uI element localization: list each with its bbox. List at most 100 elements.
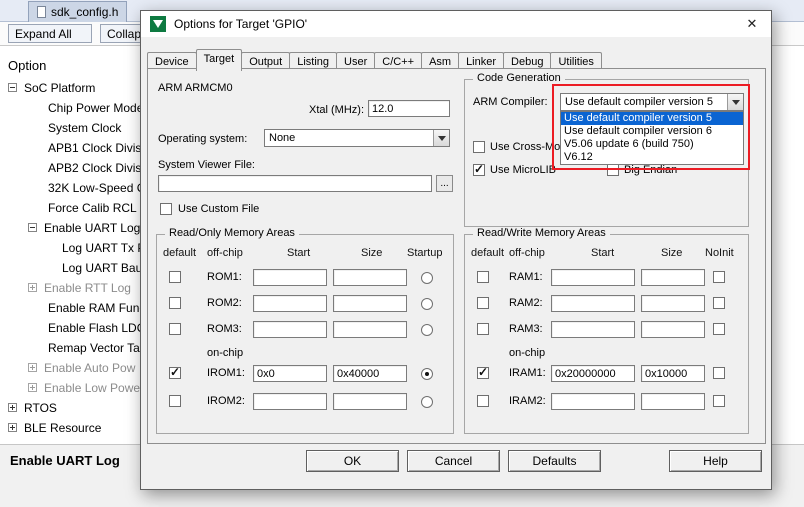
expander-plus-icon[interactable] bbox=[28, 283, 37, 292]
ram1-default-checkbox[interactable] bbox=[477, 271, 489, 283]
browse-button[interactable]: ... bbox=[436, 175, 453, 192]
rom1-start-input[interactable] bbox=[253, 269, 327, 286]
rom2-default-checkbox[interactable] bbox=[169, 297, 181, 309]
irom2-default-checkbox[interactable] bbox=[169, 395, 181, 407]
option-tree: SoC Platform Chip Power Mode System Cloc… bbox=[0, 74, 142, 444]
defaults-button[interactable]: Defaults bbox=[508, 450, 601, 472]
tree-item-log-uart-baud[interactable]: Log UART Bau bbox=[0, 258, 142, 278]
tree-item-soc-platform[interactable]: SoC Platform bbox=[0, 78, 142, 98]
tree-item-enable-rtt-log[interactable]: Enable RTT Log bbox=[0, 278, 142, 298]
compiler-option[interactable]: V6.12 bbox=[561, 151, 743, 164]
tree-item-32k-low-speed[interactable]: 32K Low-Speed C bbox=[0, 178, 142, 198]
tab-target[interactable]: Target bbox=[196, 49, 243, 71]
expander-minus-icon[interactable] bbox=[8, 83, 17, 92]
tree-item-enable-flash-ldo[interactable]: Enable Flash LDO bbox=[0, 318, 142, 338]
ram1-start-input[interactable] bbox=[551, 269, 635, 286]
compiler-option[interactable]: Use default compiler version 5 bbox=[561, 112, 743, 125]
iram1-noinit-checkbox[interactable] bbox=[713, 367, 725, 379]
arm-compiler-select[interactable]: Use default compiler version 5 bbox=[560, 93, 744, 111]
tree-item-label: Enable RAM Func bbox=[48, 298, 142, 318]
column-header-offchip: off-chip bbox=[207, 247, 243, 259]
rom1-startup-radio[interactable] bbox=[421, 272, 433, 284]
iram1-size-input[interactable] bbox=[641, 365, 705, 382]
dropdown-arrow-icon[interactable] bbox=[727, 94, 743, 110]
tree-item-enable-auto-pow[interactable]: Enable Auto Pow bbox=[0, 358, 142, 378]
irom1-default-checkbox[interactable] bbox=[169, 367, 181, 379]
help-button[interactable]: Help bbox=[669, 450, 762, 472]
xtal-input[interactable] bbox=[368, 100, 450, 117]
rom2-size-input[interactable] bbox=[333, 295, 407, 312]
irom1-start-input[interactable] bbox=[253, 365, 327, 382]
dialog-title: Options for Target 'GPIO' bbox=[174, 11, 307, 37]
system-viewer-file-input[interactable] bbox=[158, 175, 432, 192]
ram3-size-input[interactable] bbox=[641, 321, 705, 338]
expander-plus-icon[interactable] bbox=[28, 363, 37, 372]
irom1-size-input[interactable] bbox=[333, 365, 407, 382]
expand-all-button[interactable]: Expand All bbox=[8, 24, 92, 43]
ok-button[interactable]: OK bbox=[306, 450, 399, 472]
tree-item-apb2-clock[interactable]: APB2 Clock Divis bbox=[0, 158, 142, 178]
expander-plus-icon[interactable] bbox=[8, 403, 17, 412]
iram2-size-input[interactable] bbox=[641, 393, 705, 410]
big-endian-checkbox[interactable] bbox=[607, 164, 619, 176]
target-tab-panel: ARM ARMCM0 Xtal (MHz): Operating system:… bbox=[147, 68, 766, 444]
read-write-memory-title: Read/Write Memory Areas bbox=[473, 227, 610, 239]
ram1-noinit-checkbox[interactable] bbox=[713, 271, 725, 283]
dropdown-arrow-icon[interactable] bbox=[433, 130, 449, 146]
ram3-noinit-checkbox[interactable] bbox=[713, 323, 725, 335]
ram2-size-input[interactable] bbox=[641, 295, 705, 312]
iram1-default-checkbox[interactable] bbox=[477, 367, 489, 379]
ram2-start-input[interactable] bbox=[551, 295, 635, 312]
expander-plus-icon[interactable] bbox=[8, 423, 17, 432]
close-button[interactable]: ✕ bbox=[741, 14, 763, 34]
column-header-size: Size bbox=[361, 247, 382, 259]
file-tab[interactable]: sdk_config.h bbox=[28, 1, 127, 22]
iram2-noinit-checkbox[interactable] bbox=[713, 395, 725, 407]
rom1-size-input[interactable] bbox=[333, 269, 407, 286]
tree-item-enable-ram-func[interactable]: Enable RAM Func bbox=[0, 298, 142, 318]
tree-item-rtos[interactable]: RTOS bbox=[0, 398, 142, 418]
rom3-start-input[interactable] bbox=[253, 321, 327, 338]
tree-item-force-calib-rcl[interactable]: Force Calib RCL C bbox=[0, 198, 142, 218]
rom3-startup-radio[interactable] bbox=[421, 324, 433, 336]
rom1-default-checkbox[interactable] bbox=[169, 271, 181, 283]
use-microlib-checkbox[interactable] bbox=[473, 164, 485, 176]
ram2-noinit-checkbox[interactable] bbox=[713, 297, 725, 309]
iram2-default-checkbox[interactable] bbox=[477, 395, 489, 407]
operating-system-select[interactable]: None bbox=[264, 129, 450, 147]
read-only-memory-group: Read/Only Memory Areas default off-chip … bbox=[156, 234, 454, 434]
compiler-option[interactable]: V5.06 update 6 (build 750) bbox=[561, 138, 743, 151]
tree-item-ble-resource[interactable]: BLE Resource bbox=[0, 418, 142, 438]
rom3-row: ROM3: bbox=[157, 321, 453, 341]
irom2-size-input[interactable] bbox=[333, 393, 407, 410]
tree-item-apb1-clock[interactable]: APB1 Clock Divis bbox=[0, 138, 142, 158]
rom2-start-input[interactable] bbox=[253, 295, 327, 312]
cancel-button[interactable]: Cancel bbox=[407, 450, 500, 472]
rom2-startup-radio[interactable] bbox=[421, 298, 433, 310]
rom3-default-checkbox[interactable] bbox=[169, 323, 181, 335]
tree-item-enable-uart-log[interactable]: Enable UART Log bbox=[0, 218, 142, 238]
irom1-startup-radio[interactable] bbox=[421, 368, 433, 380]
irom2-start-input[interactable] bbox=[253, 393, 327, 410]
iram2-start-input[interactable] bbox=[551, 393, 635, 410]
tree-item-log-uart-tx[interactable]: Log UART Tx P bbox=[0, 238, 142, 258]
ram3-start-input[interactable] bbox=[551, 321, 635, 338]
use-custom-file-checkbox[interactable] bbox=[160, 203, 172, 215]
status-text: Enable UART Log bbox=[10, 453, 120, 468]
ram3-default-checkbox[interactable] bbox=[477, 323, 489, 335]
irom2-startup-radio[interactable] bbox=[421, 396, 433, 408]
tree-item-chip-power-mode[interactable]: Chip Power Mode bbox=[0, 98, 142, 118]
iram1-start-input[interactable] bbox=[551, 365, 635, 382]
tree-item-system-clock[interactable]: System Clock bbox=[0, 118, 142, 138]
dialog-title-bar[interactable]: Options for Target 'GPIO' ✕ bbox=[141, 11, 771, 37]
expander-minus-icon[interactable] bbox=[28, 223, 37, 232]
ram1-size-input[interactable] bbox=[641, 269, 705, 286]
ram2-default-checkbox[interactable] bbox=[477, 297, 489, 309]
rom3-size-input[interactable] bbox=[333, 321, 407, 338]
compiler-option[interactable]: Use default compiler version 6 bbox=[561, 125, 743, 138]
irom1-row: IROM1: bbox=[157, 365, 453, 385]
use-cross-module-checkbox[interactable] bbox=[473, 141, 485, 153]
tree-item-remap-vector-tab[interactable]: Remap Vector Tab bbox=[0, 338, 142, 358]
expander-plus-icon[interactable] bbox=[28, 383, 37, 392]
tree-item-enable-low-power[interactable]: Enable Low Powe bbox=[0, 378, 142, 398]
